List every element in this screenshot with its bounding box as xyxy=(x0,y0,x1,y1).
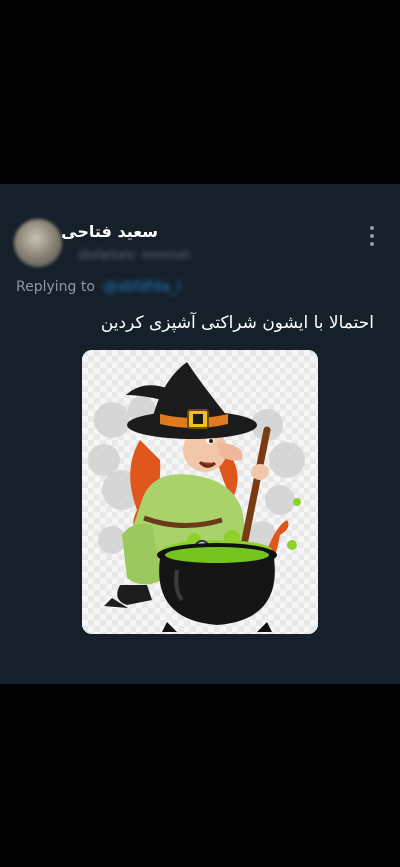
tweet-text: احتمالا با ایشون شراکتی آشپزی کردین xyxy=(100,313,374,333)
author-handle[interactable]: @sfattahi_mmrnsh xyxy=(78,248,213,260)
replying-to-handle[interactable]: @sbfdfda_l xyxy=(103,279,180,295)
replying-to-label: Replying to xyxy=(16,279,95,295)
tweet-image[interactable] xyxy=(82,350,318,634)
menu-dot xyxy=(370,234,374,238)
more-vertical-icon[interactable] xyxy=(364,226,380,246)
witch-cauldron-illustration xyxy=(82,350,318,634)
menu-dot xyxy=(370,242,374,246)
menu-dot xyxy=(370,226,374,230)
author-avatar[interactable] xyxy=(14,219,62,267)
reply-context: Replying to @sbfdfda_l xyxy=(16,279,181,295)
author-name[interactable]: سعید فتاحی xyxy=(61,222,158,241)
